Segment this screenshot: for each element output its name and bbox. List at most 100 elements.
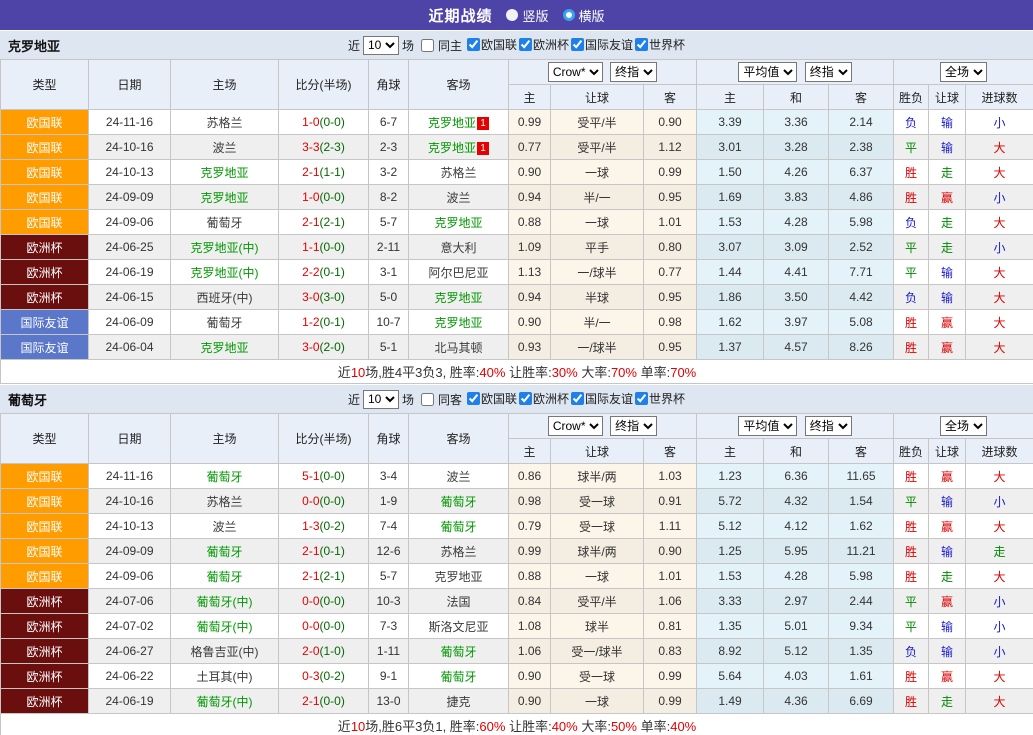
score-cell: 1-2(0-1)	[278, 309, 369, 335]
score-cell: 1-0(0-0)	[278, 109, 369, 135]
radio-selected-icon	[562, 9, 575, 21]
crow-home-odds-cell: 1.09	[508, 234, 551, 260]
match-period-select[interactable]: 全场	[940, 416, 988, 436]
crow-odds-time-select[interactable]: 终指	[610, 62, 658, 82]
summary-segment: 大率:	[577, 719, 611, 734]
summary-text: 近10场,胜6平3负1, 胜率:60% 让胜率:40% 大率:50% 单率:40…	[0, 713, 1033, 735]
home-team-name: 土耳其(中)	[196, 669, 253, 684]
col-result: 胜负	[893, 84, 930, 110]
avg-home-odds-cell: 3.07	[696, 234, 765, 260]
handicap-cell: 受一/球半	[550, 638, 644, 664]
league-filter-option[interactable]: 国际友谊	[569, 36, 633, 53]
score-cell: 3-3(2-3)	[278, 134, 369, 160]
corners-cell: 5-7	[368, 563, 409, 589]
avg-home-odds-cell: 1.37	[696, 334, 765, 360]
section-header-bar: 克罗地亚 近 10 场 同主 欧国联 欧洲杯 国际友谊 世界杯	[0, 30, 1033, 59]
same-venue-checkbox[interactable]	[420, 38, 434, 52]
crow-home-odds-cell: 0.77	[508, 134, 551, 160]
match-period-select[interactable]: 全场	[940, 62, 988, 82]
crow-home-odds-cell: 0.90	[508, 688, 551, 714]
result-cell: 胜	[893, 663, 930, 689]
crow-odds-time-select[interactable]: 终指	[610, 416, 658, 436]
league-checkbox[interactable]	[519, 392, 532, 405]
league-checkbox[interactable]	[466, 392, 480, 405]
league-filter-option[interactable]: 世界杯	[633, 390, 685, 407]
league-filter-option[interactable]: 欧洲杯	[517, 390, 569, 407]
home-team-cell: 葡萄牙	[170, 309, 279, 335]
fulltime-score: 1-0	[302, 190, 320, 204]
handicap-cell: 球半/两	[550, 538, 644, 564]
fulltime-group-header: 全场	[893, 413, 1033, 439]
red-card-badge: 1	[477, 116, 489, 130]
group-header-row: 类型 日期 主场 比分(半场) 角球 客场 Crow* 终指 平均值 终指 全场	[0, 413, 1033, 464]
col-handicap-result: 让球	[928, 84, 967, 110]
handicap-result-cell: 赢	[928, 588, 967, 614]
col-avg-away: 客	[828, 438, 895, 464]
league-filter-option[interactable]: 世界杯	[633, 36, 685, 53]
league-checkbox[interactable]	[635, 392, 649, 405]
league-checkbox[interactable]	[571, 392, 585, 405]
handicap-result-cell: 输	[928, 638, 967, 664]
away-team-name: 克罗地亚	[434, 569, 483, 584]
match-type-cell: 欧国联	[0, 184, 89, 210]
league-filter-option[interactable]: 国际友谊	[569, 390, 633, 407]
league-label: 欧洲杯	[533, 38, 570, 52]
away-team-name: 法国	[446, 594, 471, 609]
league-checkbox[interactable]	[571, 38, 585, 51]
league-checkbox[interactable]	[635, 38, 649, 51]
result-cell: 平	[893, 613, 930, 639]
crow-away-odds-cell: 1.12	[642, 134, 698, 160]
avg-draw-odds-cell: 3.83	[763, 184, 830, 210]
crow-away-odds-cell: 0.83	[642, 638, 698, 664]
halftime-score: (1-1)	[319, 165, 345, 179]
handicap-cell: 受平/半	[550, 588, 644, 614]
league-filter-option[interactable]: 欧国联	[465, 390, 517, 407]
near-label: 近	[347, 38, 360, 53]
goals-result-cell: 大	[965, 284, 1033, 310]
handicap-cell: 一球	[550, 563, 644, 589]
goals-result-cell: 小	[965, 488, 1033, 514]
match-row: 欧国联 24-10-13 克罗地亚 2-1(1-1) 3-2 苏格兰 0.90 一球 0.99 1…	[0, 159, 1033, 185]
away-team-name: 捷克	[446, 694, 471, 709]
same-venue-checkbox[interactable]	[420, 392, 434, 406]
match-type-cell: 欧国联	[0, 513, 89, 539]
bookmaker-select[interactable]: Crow*	[547, 62, 603, 82]
table-head: 类型 日期 主场 比分(半场) 角球 客场 Crow* 终指 平均值 终指 全场…	[0, 413, 1033, 464]
col-goals-result: 进球数	[965, 438, 1033, 464]
score-cell: 2-1(1-1)	[278, 159, 369, 185]
avg-draw-odds-cell: 5.95	[763, 538, 830, 564]
europe-odds-time-select[interactable]: 终指	[804, 416, 852, 436]
handicap-cell: 一球	[550, 688, 644, 714]
filter-bar: 近 10 场 同主 欧国联 欧洲杯 国际友谊 世界杯	[0, 35, 1033, 55]
away-team-cell: 葡萄牙	[408, 488, 509, 514]
league-checkbox[interactable]	[519, 38, 532, 51]
bookmaker-select[interactable]: Crow*	[547, 416, 603, 436]
crow-away-odds-cell: 0.90	[642, 109, 698, 135]
home-team-name: 苏格兰	[206, 115, 243, 130]
summary-segment: 近	[337, 365, 351, 380]
matches-table: 类型 日期 主场 比分(半场) 角球 客场 Crow* 终指 平均值 终指 全场…	[0, 413, 1033, 735]
average-group-header: 平均值 终指	[696, 59, 895, 85]
fulltime-score: 3-3	[302, 140, 320, 154]
home-team-name: 葡萄牙	[206, 315, 243, 330]
section-header-bar: 葡萄牙 近 10 场 同客 欧国联 欧洲杯 国际友谊 世界杯	[0, 384, 1033, 413]
handicap-result-cell: 赢	[928, 663, 967, 689]
europe-avg-select[interactable]: 平均值	[738, 416, 798, 436]
layout-horizontal-option[interactable]: 横版	[562, 6, 605, 25]
layout-vertical-option[interactable]: 竖版	[506, 6, 549, 25]
match-row: 欧国联 24-09-06 葡萄牙 2-1(2-1) 5-7 克罗地亚 0.88 一球 1.01 1…	[0, 209, 1033, 235]
match-type-cell: 欧洲杯	[0, 259, 89, 285]
league-checkbox[interactable]	[466, 38, 480, 51]
match-row: 欧洲杯 24-06-19 葡萄牙(中) 2-1(0-0) 13-0 捷克 0.90 一球 0.9…	[0, 688, 1033, 714]
match-count-select[interactable]: 10	[362, 389, 399, 409]
match-date-cell: 24-10-13	[88, 159, 171, 185]
europe-avg-select[interactable]: 平均值	[738, 62, 798, 82]
score-cell: 1-3(0-2)	[278, 513, 369, 539]
home-team-cell: 苏格兰	[170, 488, 279, 514]
corners-cell: 9-1	[368, 663, 409, 689]
europe-odds-time-select[interactable]: 终指	[804, 62, 852, 82]
match-count-select[interactable]: 10	[362, 35, 399, 55]
league-filter-option[interactable]: 欧国联	[465, 36, 517, 53]
league-filter-option[interactable]: 欧洲杯	[517, 36, 569, 53]
halftime-score: (0-0)	[319, 115, 345, 129]
